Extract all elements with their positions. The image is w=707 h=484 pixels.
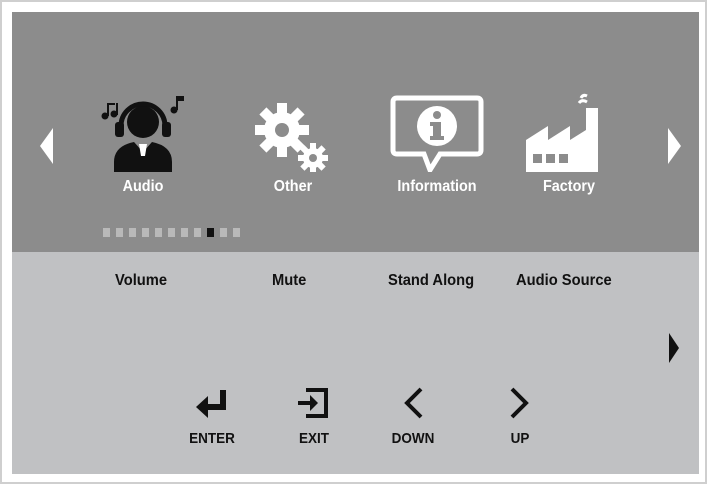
- factory-icon: [526, 93, 598, 172]
- up-key[interactable]: UP: [480, 386, 560, 450]
- menu-item-information[interactable]: Information: [382, 92, 492, 202]
- gears-icon: [255, 103, 328, 172]
- enter-label: ENTER: [189, 430, 235, 447]
- page-dot: [220, 228, 227, 237]
- menu-prev-arrow-icon[interactable]: [38, 126, 56, 166]
- up-label: UP: [510, 430, 530, 447]
- submenu-item-mute[interactable]: Mute: [272, 272, 306, 290]
- menu-item-label: Information: [397, 178, 477, 195]
- down-key[interactable]: DOWN: [373, 386, 453, 450]
- chevron-left-icon: [404, 387, 423, 419]
- osd-menu: Audio Other Information Factory Volume M…: [0, 0, 707, 484]
- info-bubble-icon: [390, 95, 484, 172]
- exit-label: EXIT: [298, 430, 330, 447]
- page-dot: [129, 228, 136, 237]
- menu-item-audio[interactable]: Audio: [88, 92, 198, 202]
- page-dot: [181, 228, 188, 237]
- page-dot: [116, 228, 123, 237]
- page-dot: [103, 228, 110, 237]
- headphones-user-icon: [101, 96, 184, 172]
- page-dot: [168, 228, 175, 237]
- page-dot: [207, 228, 214, 237]
- exit-key[interactable]: EXIT: [274, 386, 354, 450]
- menu-item-label: Factory: [542, 178, 596, 195]
- submenu-item-audio-source[interactable]: Audio Source: [516, 272, 612, 290]
- submenu-item-stand-along[interactable]: Stand Along: [388, 272, 474, 290]
- menu-item-other[interactable]: Other: [238, 92, 348, 202]
- enter-key[interactable]: ENTER: [172, 386, 252, 450]
- menu-item-label: Other: [273, 178, 313, 195]
- chevron-right-icon: [510, 387, 529, 419]
- menu-next-arrow-icon[interactable]: [665, 126, 683, 166]
- page-dot: [155, 228, 162, 237]
- enter-icon: [196, 390, 226, 418]
- menu-item-label: Audio: [122, 178, 164, 195]
- page-dot: [233, 228, 240, 237]
- page-dot: [194, 228, 201, 237]
- submenu-next-arrow-icon[interactable]: [668, 332, 680, 364]
- down-label: DOWN: [391, 430, 435, 447]
- page-dot: [142, 228, 149, 237]
- submenu-item-volume[interactable]: Volume: [115, 272, 167, 290]
- exit-icon: [298, 388, 328, 418]
- menu-item-factory[interactable]: Factory: [514, 92, 624, 202]
